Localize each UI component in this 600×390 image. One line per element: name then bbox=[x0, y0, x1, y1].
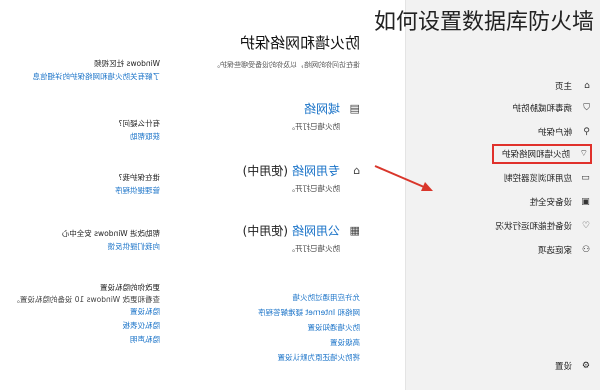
link-notification-settings[interactable]: 防火墙通知设置 bbox=[190, 320, 361, 335]
nav-item-label: 主页 bbox=[554, 82, 572, 92]
help-heading: 有什么疑问? bbox=[118, 119, 160, 128]
help-group-provider: 谁在保护我? 管理提供程序 bbox=[0, 172, 160, 198]
help-link[interactable]: 向我们提供反馈 bbox=[0, 240, 161, 254]
nav-item-label: 设置 bbox=[554, 362, 572, 372]
network-name[interactable]: 域网络 bbox=[304, 100, 340, 117]
network-private[interactable]: ⌂ 专用网络 (使用中) 防火墙已打开。 bbox=[190, 162, 360, 194]
gear-icon: ⚙ bbox=[581, 361, 590, 371]
help-column: Windows 社区视频 了解有关防火墙和网络保护的详细信息 有什么疑问? 获取… bbox=[0, 24, 160, 390]
mirrored-screenshot: ✕ ☐ — ⌂ 主页 ⛉ 病毒和威胁防护 ⚲ 帐户保护 ⌔ 防火墙和网络保护 ▭… bbox=[0, 0, 600, 390]
nav-item-label: 防火墙和网络保护 bbox=[501, 150, 570, 160]
help-link[interactable]: 了解有关防火墙和网络保护的详细信息 bbox=[0, 70, 161, 84]
help-link[interactable]: 隐私设置 bbox=[0, 305, 160, 319]
page-title: 防火墙和网络保护 bbox=[239, 34, 360, 52]
page-subtitle: 谁在访问你的网络，以及你的设备受哪些保护。 bbox=[213, 61, 360, 69]
nav-item-device-security[interactable]: ▣ 设备安全性 bbox=[410, 192, 590, 212]
nav-item-label: 应用和浏览器控制 bbox=[503, 174, 572, 184]
nav-item-app-browser-control[interactable]: ▭ 应用和浏览器控制 bbox=[410, 168, 590, 188]
help-group-privacy: 更改你的隐私设置 查看和更改 Windows 10 设备的隐私设置。 隐私设置 … bbox=[0, 282, 160, 347]
network-status: 防火墙已打开。 bbox=[287, 244, 341, 253]
help-group-question: 有什么疑问? 获取帮助 bbox=[0, 118, 160, 144]
help-link[interactable]: 管理提供程序 bbox=[0, 184, 160, 198]
nav-item-family-options[interactable]: ⚇ 家庭选项 bbox=[410, 240, 590, 260]
family-icon: ⚇ bbox=[581, 245, 590, 255]
link-advanced-settings[interactable]: 高级设置 bbox=[190, 335, 360, 350]
main-content: 防火墙和网络保护 谁在访问你的网络，以及你的设备受哪些保护。 ▤ 域网络 防火墙… bbox=[190, 24, 400, 390]
link-allow-app[interactable]: 允许应用通过防火墙 bbox=[190, 290, 361, 305]
nav-item-label: 设备性能和运行状况 bbox=[495, 222, 572, 232]
nav-item-virus-protection[interactable]: ⛉ 病毒和威胁防护 bbox=[410, 98, 590, 118]
help-link[interactable]: 隐私声明 bbox=[0, 333, 160, 347]
help-link[interactable]: 隐私仪表板 bbox=[0, 319, 161, 333]
domain-network-icon: ▤ bbox=[349, 102, 360, 115]
nav-item-label: 设备安全性 bbox=[529, 198, 572, 208]
link-troubleshooter[interactable]: 网络和 Internet 疑难解答程序 bbox=[190, 305, 360, 320]
nav-item-label: 家庭选项 bbox=[537, 246, 572, 256]
nav-item-device-performance[interactable]: ♡ 设备性能和运行状况 bbox=[410, 216, 590, 236]
network-domain[interactable]: ▤ 域网络 防火墙已打开。 bbox=[190, 100, 361, 132]
network-status: 防火墙已打开。 bbox=[287, 122, 341, 131]
nav-item-home[interactable]: ⌂ 主页 bbox=[410, 76, 590, 96]
private-network-icon: ⌂ bbox=[353, 164, 360, 177]
network-name[interactable]: 公用网络 bbox=[292, 222, 340, 239]
network-tag: (使用中) bbox=[242, 164, 288, 178]
public-network-icon: ▦ bbox=[349, 224, 360, 237]
help-group-video: Windows 社区视频 了解有关防火墙和网络保护的详细信息 bbox=[0, 58, 161, 84]
heart-icon: ♡ bbox=[581, 221, 590, 231]
help-heading: 帮助改进 Windows 安全中心 bbox=[61, 229, 160, 238]
network-public[interactable]: ▦ 公用网络 (使用中) 防火墙已打开。 bbox=[190, 222, 360, 254]
app-icon: ▭ bbox=[581, 173, 590, 183]
nav-item-settings[interactable]: ⚙ 设置 bbox=[555, 360, 590, 372]
home-icon: ⌂ bbox=[584, 81, 590, 91]
device-icon: ▣ bbox=[581, 197, 590, 207]
help-body: 查看和更改 Windows 10 设备的隐私设置。 bbox=[12, 295, 160, 304]
person-icon: ⚲ bbox=[583, 127, 590, 137]
help-heading: Windows 社区视频 bbox=[94, 59, 160, 68]
nav-item-label: 病毒和威胁防护 bbox=[512, 104, 572, 114]
network-status: 防火墙已打开。 bbox=[287, 184, 341, 193]
network-name[interactable]: 专用网络 bbox=[292, 162, 340, 179]
nav-item-account-protection[interactable]: ⚲ 帐户保护 bbox=[410, 122, 590, 142]
help-link[interactable]: 获取帮助 bbox=[0, 130, 160, 144]
overlay-caption: 如何设置数据库防火墙 bbox=[373, 10, 594, 35]
wifi-icon: ⌔ bbox=[579, 149, 588, 159]
firewall-links: 允许应用通过防火墙 网络和 Internet 疑难解答程序 防火墙通知设置 高级… bbox=[190, 290, 360, 365]
nav-item-firewall[interactable]: ⌔ 防火墙和网络保护 bbox=[492, 144, 592, 164]
nav-item-label: 帐户保护 bbox=[537, 128, 572, 138]
shield-icon: ⛉ bbox=[583, 103, 590, 113]
link-restore-defaults[interactable]: 将防火墙还原为默认设置 bbox=[190, 350, 361, 365]
help-group-feedback: 帮助改进 Windows 安全中心 向我们提供反馈 bbox=[0, 228, 160, 254]
help-heading: 更改你的隐私设置 bbox=[100, 283, 160, 292]
help-heading: 谁在保护我? bbox=[118, 173, 160, 182]
network-tag: (使用中) bbox=[242, 224, 288, 238]
